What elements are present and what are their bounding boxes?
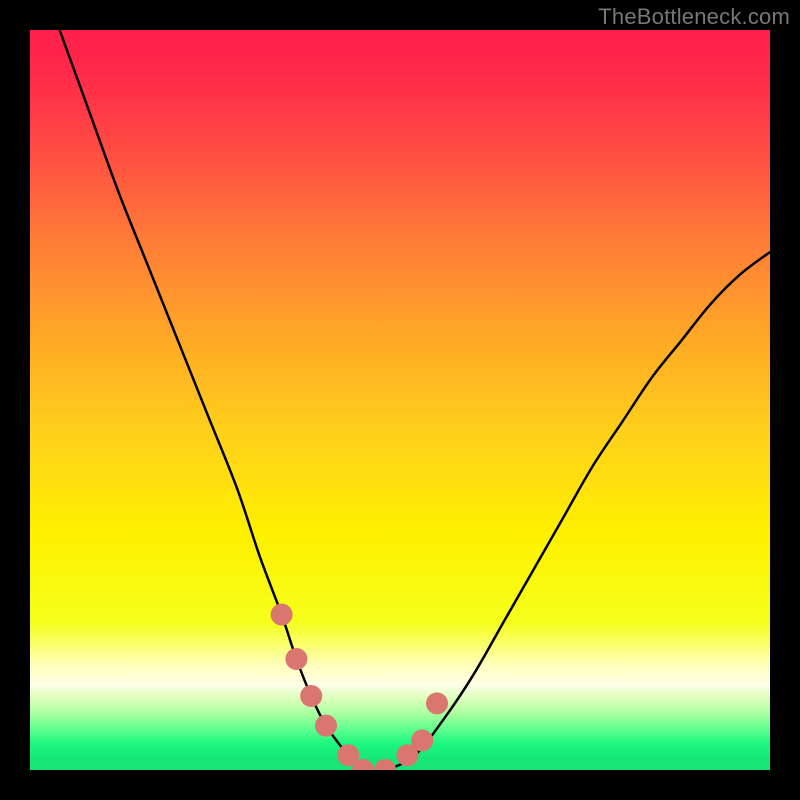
- highlight-marker: [271, 604, 293, 626]
- highlight-marker: [315, 715, 337, 737]
- chart-plot-area: [30, 30, 770, 770]
- highlight-marker: [300, 685, 322, 707]
- watermark-text: TheBottleneck.com: [598, 4, 790, 30]
- highlight-marker: [411, 729, 433, 751]
- highlight-marker: [374, 759, 396, 770]
- highlight-marker: [285, 648, 307, 670]
- chart-frame: TheBottleneck.com: [0, 0, 800, 800]
- chart-curve-layer: [30, 30, 770, 770]
- bottleneck-curve: [60, 30, 770, 770]
- highlight-marker: [426, 692, 448, 714]
